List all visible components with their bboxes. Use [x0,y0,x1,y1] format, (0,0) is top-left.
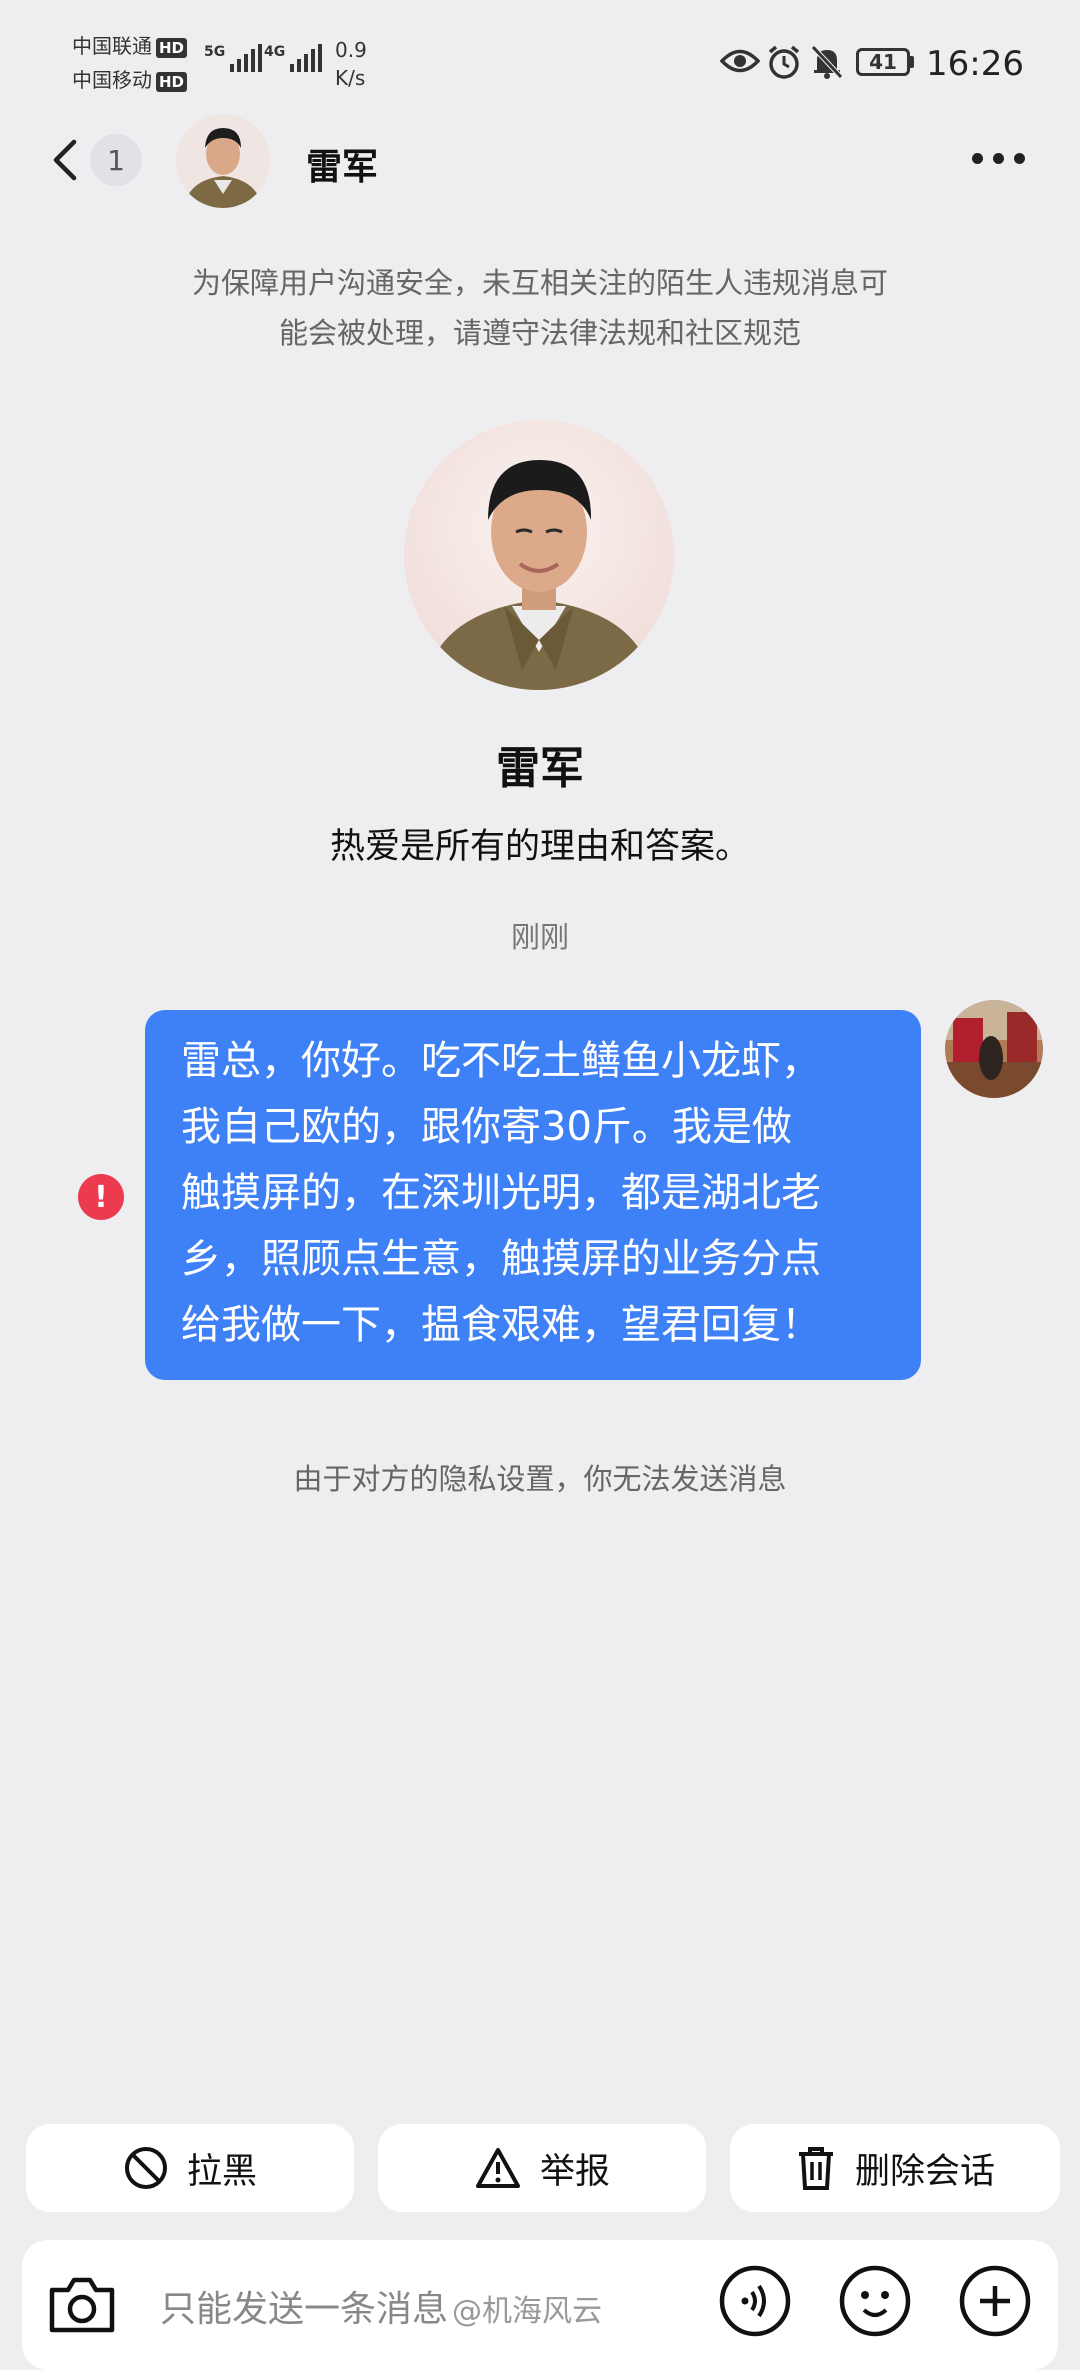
warning-icon [475,2148,520,2188]
message-line: 我自己欧的，跟你寄30斤。我是做 [181,1104,792,1150]
camera-icon[interactable] [46,2272,118,2340]
report-button[interactable]: 举报 [378,2124,706,2212]
signal-4g-icon: 4G [264,44,323,76]
privacy-notice: 由于对方的隐私设置，你无法发送消息 [293,1462,787,1496]
status-carrier-1: 中国联通 HD [72,30,188,62]
battery-icon: 41 [856,48,910,76]
message-line: 乡，照顾点生意，触摸屏的业务分点 [181,1236,821,1282]
profile-avatar[interactable] [404,420,674,690]
status-carrier-2: 中国移动 HD [72,64,188,96]
watermark: @机海风云 [452,2294,602,2329]
send-failed-icon[interactable]: ! [78,1174,124,1220]
emoji-icon[interactable] [838,2264,912,2342]
battery-tip [910,56,914,68]
clock: 16:26 [926,44,1024,84]
report-label: 举报 [539,2151,610,2192]
message-line: 给我做一下，揾食艰难，望君回复！ [181,1302,821,1348]
mute-bell-icon [810,44,844,84]
voice-icon[interactable] [718,2264,792,2342]
eye-icon [719,46,761,80]
block-icon [124,2147,167,2189]
message-bubble[interactable]: 雷总，你好。吃不吃土鳝鱼小龙虾， 我自己欧的，跟你寄30斤。我是做 触摸屏的，在… [145,1010,921,1380]
chevron-left-icon [53,139,77,181]
back-button[interactable] [50,138,80,186]
signal-5g-icon: 5G [204,44,263,76]
more-options-icon[interactable] [972,146,1032,170]
profile-name: 雷军 [496,743,584,794]
plus-icon[interactable] [958,2264,1032,2342]
my-avatar[interactable] [945,1000,1043,1098]
unread-count-badge: 1 [90,134,142,186]
trash-icon [798,2147,833,2190]
alarm-icon [766,44,802,84]
profile-bio: 热爱是所有的理由和答案。 [329,827,750,867]
header-avatar[interactable] [176,114,270,208]
message-timestamp: 刚刚 [510,920,569,954]
message-input[interactable]: 只能发送一条消息 [160,2280,448,2332]
block-label: 拉黑 [186,2151,257,2192]
delete-conversation-button[interactable]: 删除会话 [730,2124,1060,2212]
safety-notice: 为保障用户沟通安全，未互相关注的陌生人违规消息可 能会被处理，请遵守法律法规和社… [191,266,888,350]
message-line: 雷总，你好。吃不吃土鳝鱼小龙虾， [181,1038,821,1084]
message-line: 触摸屏的，在深圳光明，都是湖北老 [181,1170,821,1216]
header-title: 雷军 [306,147,379,188]
delete-label: 删除会话 [854,2151,995,2192]
network-speed: 0.9 K/s [335,38,367,90]
block-button[interactable]: 拉黑 [26,2124,354,2212]
